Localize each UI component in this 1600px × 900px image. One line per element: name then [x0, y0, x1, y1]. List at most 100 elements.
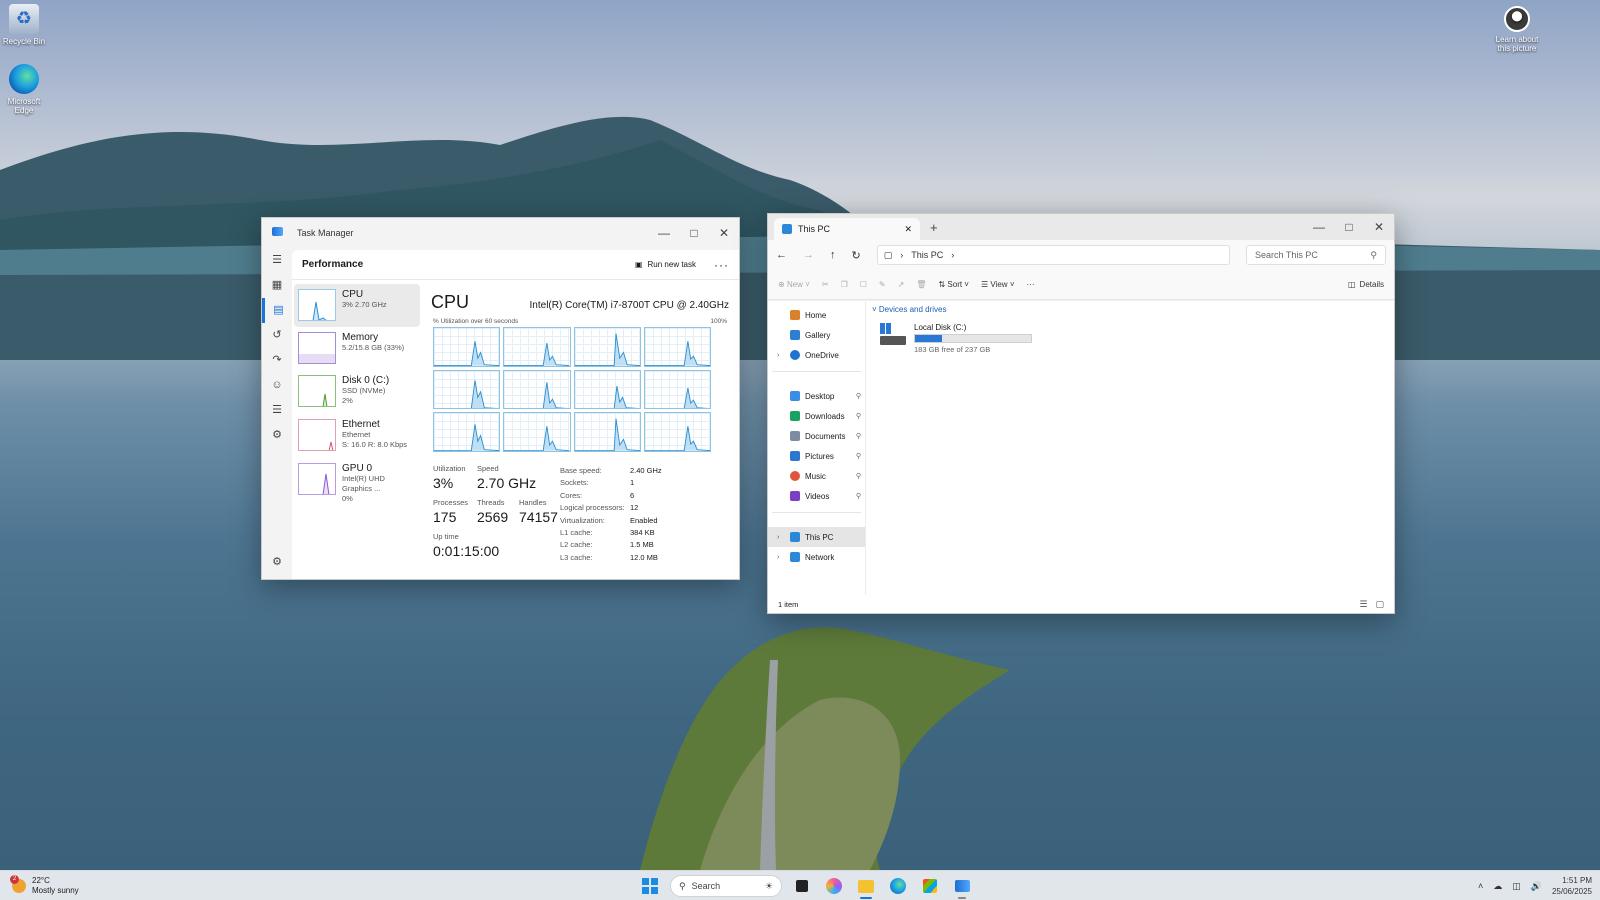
breadcrumb[interactable]: This PC — [911, 250, 943, 260]
app-history-icon[interactable]: ↺ — [262, 323, 292, 348]
pictures-icon — [790, 451, 800, 461]
network-icon[interactable]: ◫ — [1512, 881, 1521, 892]
paste-icon[interactable]: ☐ — [860, 280, 867, 289]
clock[interactable]: 1:51 PM 25/06/2025 — [1552, 875, 1592, 897]
drive-usage-bar — [914, 334, 1032, 343]
search-input[interactable]: Search This PC ⚲ — [1246, 245, 1386, 265]
sort-button[interactable]: ⇅ Sort ˅ — [938, 280, 969, 289]
store-icon — [923, 879, 937, 893]
users-icon[interactable]: ☺ — [262, 373, 292, 398]
address-bar[interactable]: ▢ › This PC › — [876, 245, 1230, 265]
nav-item-videos[interactable]: Videos ⚲ — [768, 486, 865, 506]
settings-icon[interactable]: ⚙ — [262, 550, 292, 575]
command-bar: ⊕ New ˅ ✂ ❐ ☐ ✎ ↗ 🗑 ⇅ Sort ˅ ☰ View ˅ ··… — [768, 270, 1394, 300]
close-button[interactable]: ✕ — [1364, 214, 1394, 240]
cpu-detail-panel: CPU Intel(R) Core(TM) i7-8700T CPU @ 2.4… — [427, 284, 729, 579]
run-new-task-button[interactable]: ▣ Run new task — [635, 260, 696, 269]
hamburger-menu-icon[interactable]: ☰ — [262, 248, 292, 273]
maximize-button[interactable]: □ — [1334, 214, 1364, 240]
task-view-button[interactable] — [790, 874, 814, 898]
new-tab-button[interactable]: + — [930, 220, 938, 235]
close-button[interactable]: ✕ — [709, 218, 739, 248]
weather-widget[interactable]: 2 22°C Mostly sunny — [10, 875, 79, 896]
desktop-icon — [790, 391, 800, 401]
gallery-icon — [790, 330, 800, 340]
refresh-icon[interactable]: ↻ — [852, 249, 861, 262]
nav-item-home[interactable]: Home — [768, 305, 865, 325]
tab-this-pc[interactable]: This PC ✕ — [774, 218, 920, 240]
nav-item-network[interactable]: › Network — [768, 547, 865, 567]
core-graph — [433, 412, 501, 452]
drive-local-disk-c[interactable]: Local Disk (C:) 183 GB free of 237 GB — [880, 323, 1032, 354]
delete-icon[interactable]: 🗑 — [916, 280, 926, 289]
file-explorer-window: This PC ✕ + — □ ✕ ← → ↑ ↻ ▢ › This PC › … — [767, 213, 1395, 614]
file-explorer-taskbar-button[interactable] — [854, 874, 878, 899]
copilot-button[interactable] — [822, 874, 846, 898]
cpu-model: Intel(R) Core(TM) i7-8700T CPU @ 2.40GHz — [529, 300, 729, 311]
nav-item-desktop[interactable]: Desktop ⚲ — [768, 386, 865, 406]
core-graph — [503, 327, 571, 367]
back-icon[interactable]: ← — [776, 249, 787, 261]
nav-item-music[interactable]: Music ⚲ — [768, 466, 865, 486]
nav-rail: ☰ ▦ ▤ ↺ ↷ ☺ ☰ ⚙ ⚙ — [262, 248, 292, 579]
pin-icon: ⚲ — [855, 473, 861, 480]
cut-icon[interactable]: ✂ — [822, 280, 829, 289]
core-graph — [643, 369, 711, 410]
pin-icon: ⚲ — [855, 393, 861, 400]
network-icon — [790, 552, 800, 562]
volume-icon[interactable]: 🔊 — [1531, 881, 1542, 892]
resource-item-ethernet[interactable]: Ethernet Ethernet S: 16.0 R: 8.0 Kbps — [294, 414, 420, 458]
edge-taskbar-button[interactable] — [886, 874, 910, 898]
tiles-view-icon[interactable]: ▢ — [1375, 599, 1384, 610]
forward-icon[interactable]: → — [803, 249, 814, 261]
threads-value: 2569 — [477, 509, 509, 525]
nav-item-gallery[interactable]: Gallery — [768, 325, 865, 345]
desktop-icon-learn-picture[interactable]: Learn about this picture — [1492, 6, 1542, 53]
close-tab-icon[interactable]: ✕ — [904, 224, 912, 235]
nav-item-downloads[interactable]: Downloads ⚲ — [768, 406, 865, 426]
minimize-button[interactable]: — — [649, 218, 679, 248]
share-icon[interactable]: ↗ — [898, 280, 905, 289]
nav-item-pictures[interactable]: Pictures ⚲ — [768, 446, 865, 466]
minimize-button[interactable]: — — [1304, 214, 1334, 240]
nav-item-this-pc[interactable]: › This PC — [768, 527, 865, 547]
see-more-button[interactable]: ··· — [1027, 280, 1035, 289]
resource-item-disk[interactable]: Disk 0 (C:) SSD (NVMe) 2% — [294, 370, 420, 414]
task-manager-window: Task Manager — □ ✕ ☰ ▦ ▤ ↺ ↷ ☺ ☰ ⚙ ⚙ Per… — [261, 217, 740, 580]
copy-icon[interactable]: ❐ — [841, 280, 848, 289]
desktop-icon-recycle-bin[interactable]: Recycle Bin — [0, 4, 48, 46]
startup-apps-icon[interactable]: ↷ — [262, 348, 292, 373]
nav-item-onedrive[interactable]: › OneDrive — [768, 345, 865, 365]
new-button[interactable]: ⊕ New ˅ — [778, 280, 810, 289]
details-button[interactable]: ◫ Details — [1348, 280, 1384, 289]
view-button[interactable]: ☰ View ˅ — [981, 280, 1015, 289]
store-taskbar-button[interactable] — [918, 874, 942, 898]
taskbar: 2 22°C Mostly sunny ⚲ Search ☀ ˄ ☁ ◫ 🔊 1:… — [0, 870, 1600, 900]
nav-item-documents[interactable]: Documents ⚲ — [768, 426, 865, 446]
start-button[interactable] — [638, 874, 662, 898]
maximize-button[interactable]: □ — [679, 218, 709, 248]
group-header-devices[interactable]: ˅ Devices and drives — [872, 305, 1394, 314]
processes-icon[interactable]: ▦ — [262, 273, 292, 298]
up-icon[interactable]: ↑ — [830, 249, 836, 261]
show-hidden-icons-button[interactable]: ˄ — [1478, 881, 1483, 891]
downloads-icon — [790, 411, 800, 421]
details-view-icon[interactable]: ☰ — [1359, 599, 1367, 610]
core-graph — [503, 412, 571, 452]
resource-item-gpu[interactable]: GPU 0 Intel(R) UHD Graphics ... 0% — [294, 458, 420, 503]
page-title: Performance — [302, 259, 364, 270]
services-icon[interactable]: ⚙ — [262, 423, 292, 448]
onedrive-tray-icon[interactable]: ☁ — [1493, 881, 1502, 892]
this-pc-icon — [782, 224, 792, 234]
resource-item-cpu[interactable]: CPU 3% 2.70 GHz — [294, 284, 420, 327]
details-icon[interactable]: ☰ — [262, 398, 292, 423]
window-title: Task Manager — [297, 228, 354, 238]
task-manager-taskbar-button[interactable] — [950, 874, 974, 899]
performance-icon[interactable]: ▤ — [262, 298, 292, 323]
resource-item-memory[interactable]: Memory 5.2/15.8 GB (33%) — [294, 327, 420, 370]
more-options-button[interactable]: ··· — [714, 258, 729, 272]
desktop-icon-edge[interactable]: Microsoft Edge — [0, 64, 48, 115]
taskbar-search[interactable]: ⚲ Search ☀ — [670, 875, 782, 897]
rename-icon[interactable]: ✎ — [879, 280, 886, 289]
monitor-icon: ▢ — [883, 249, 893, 260]
